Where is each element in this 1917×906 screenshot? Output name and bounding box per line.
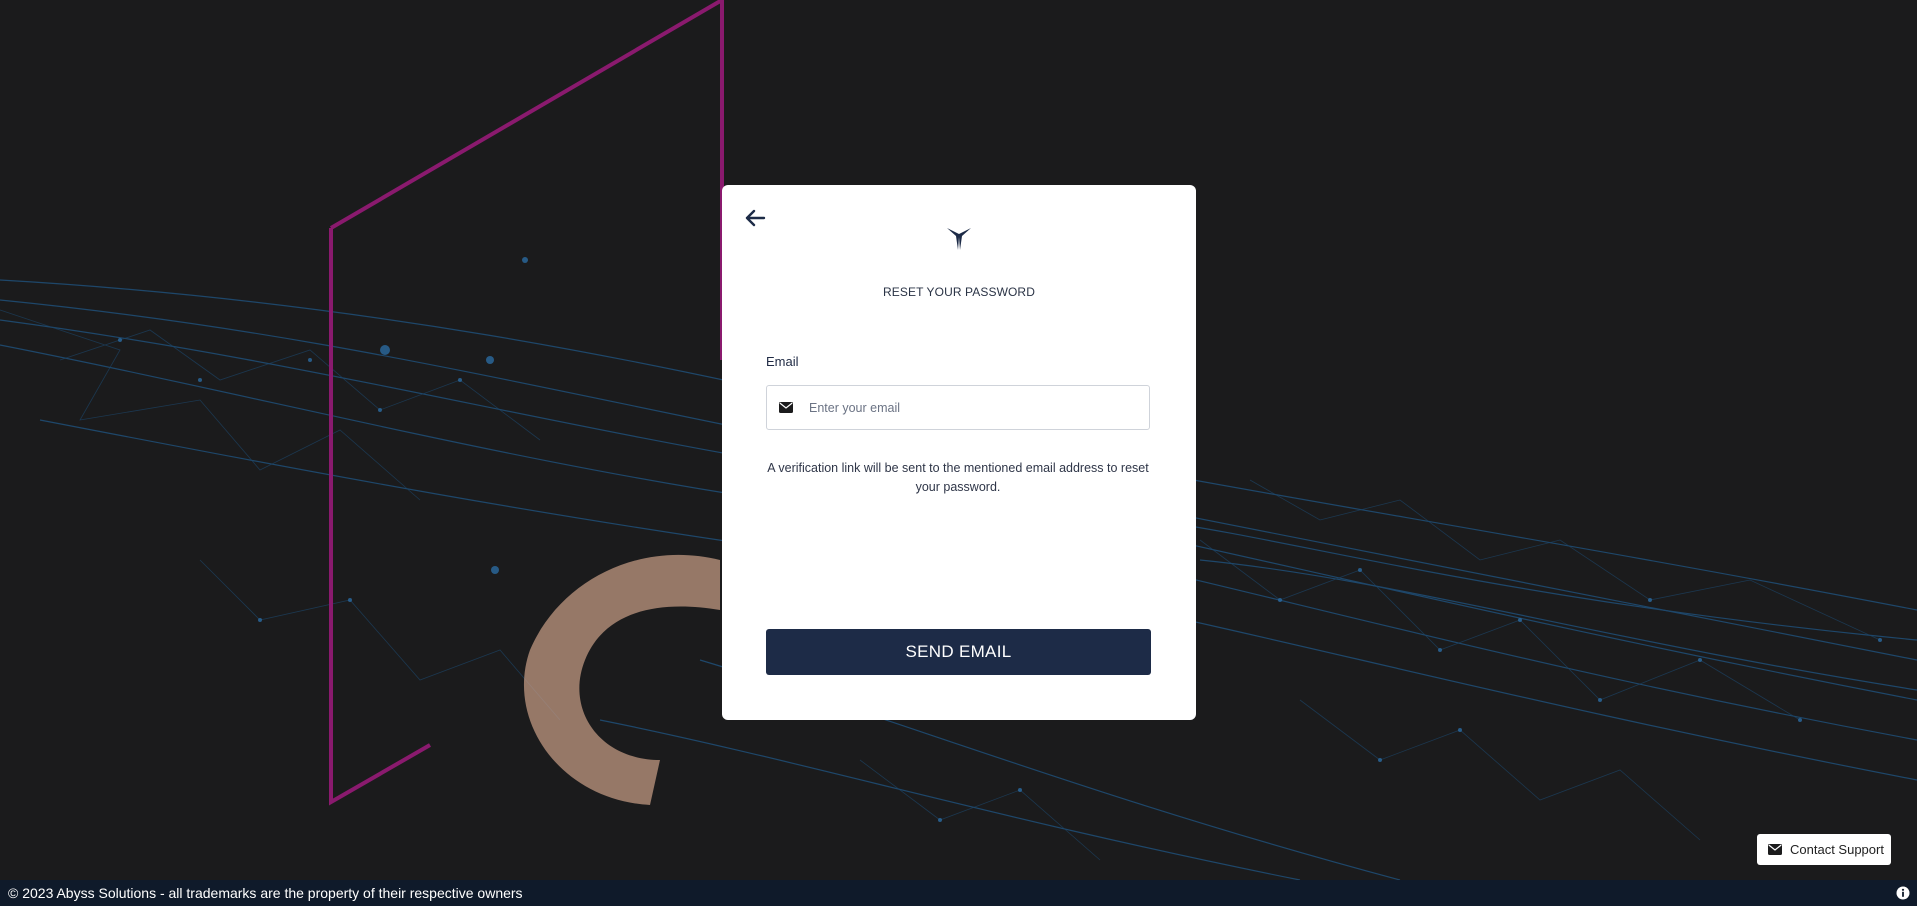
reset-password-card: RESET YOUR PASSWORD Email A verification… <box>722 185 1196 720</box>
send-email-button[interactable]: SEND EMAIL <box>766 629 1151 675</box>
copyright-text: © 2023 Abyss Solutions - all trademarks … <box>8 885 523 901</box>
brand-logo-icon <box>722 225 1196 251</box>
info-icon[interactable] <box>1896 886 1910 900</box>
email-field[interactable] <box>766 385 1150 430</box>
envelope-icon <box>779 401 795 415</box>
email-label: Email <box>766 354 799 369</box>
contact-support-button[interactable]: Contact Support <box>1757 834 1891 865</box>
envelope-icon <box>1768 844 1782 855</box>
email-input[interactable] <box>807 399 1131 416</box>
contact-support-label: Contact Support <box>1790 842 1884 857</box>
page-title: RESET YOUR PASSWORD <box>883 285 1035 299</box>
footer-bar: © 2023 Abyss Solutions - all trademarks … <box>0 880 1917 906</box>
verification-hint: A verification link will be sent to the … <box>767 461 1149 494</box>
